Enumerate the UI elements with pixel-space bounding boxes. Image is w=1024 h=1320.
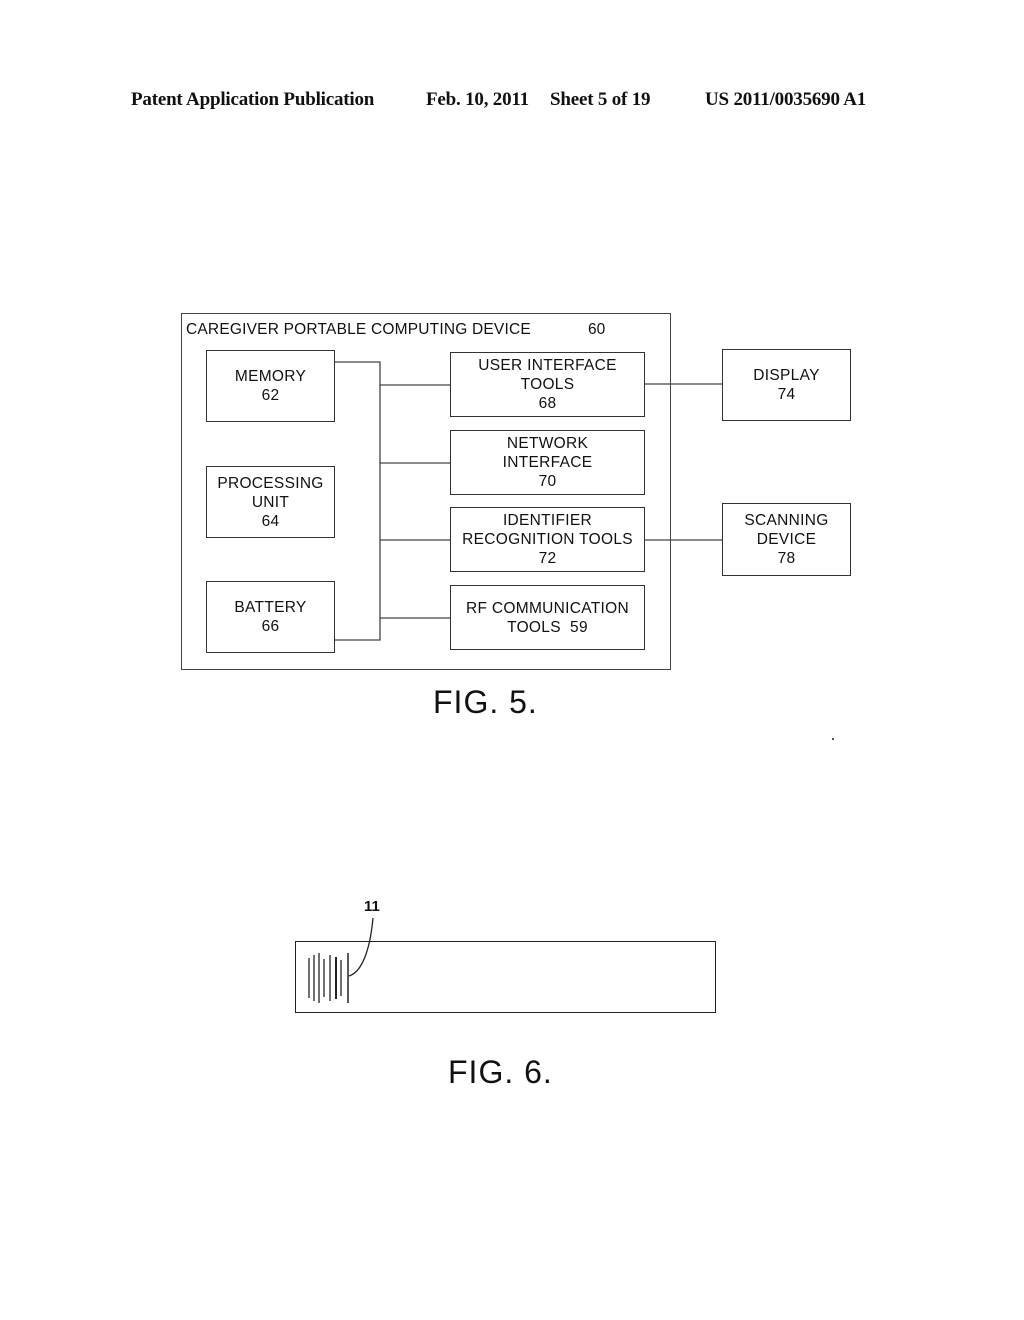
barcode — [308, 953, 349, 1003]
fig6-caption: FIG. 6. — [448, 1054, 553, 1090]
